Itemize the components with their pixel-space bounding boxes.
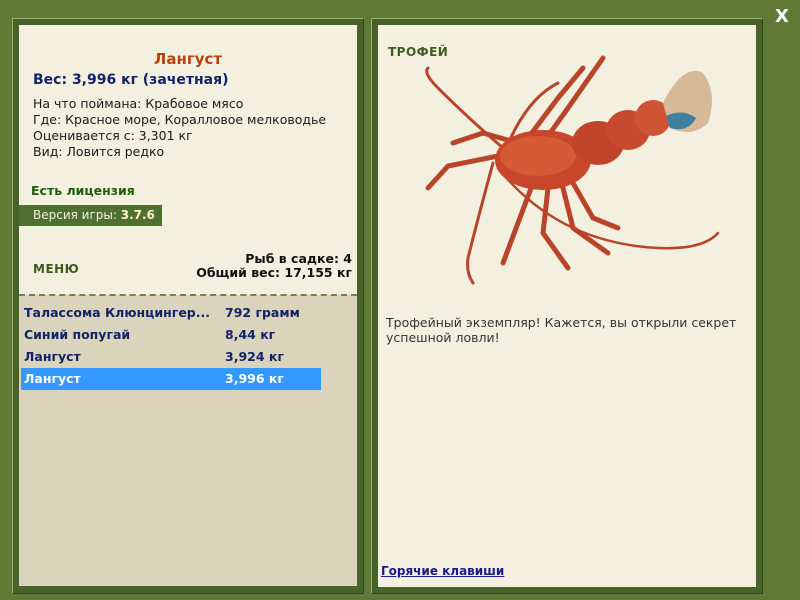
catch-row[interactable]: Талассома Клюнцингер... 792 грамм: [21, 302, 321, 324]
catch-name: Талассома Клюнцингер...: [24, 305, 210, 320]
catch-name: Лангуст: [24, 371, 81, 386]
version-label: Версия игры:: [33, 208, 117, 222]
catch-row[interactable]: Лангуст 3,924 кг: [21, 346, 321, 368]
close-button[interactable]: X: [772, 6, 792, 28]
fish-bait: На что поймана: Крабовое мясо: [33, 96, 244, 111]
keepnet-count: Рыб в садке: 4: [245, 251, 352, 266]
fish-rated-from: Оценивается с: 3,301 кг: [33, 128, 193, 143]
fish-name-title: Лангуст: [153, 50, 223, 68]
keepnet-total-weight: Общий вес: 17,155 кг: [196, 265, 352, 280]
catch-weight: 3,996 кг: [225, 371, 284, 386]
fish-location: Где: Красное море, Коралловое мелководье: [33, 112, 327, 127]
catch-name: Лангуст: [24, 349, 81, 364]
spiny-lobster-image: [408, 48, 728, 293]
version-value: 3.7.6: [120, 208, 155, 222]
catch-name: Синий попугай: [24, 327, 131, 342]
fish-weight: Вес: 3,996 кг (зачетная): [33, 72, 229, 88]
dashed-divider: [19, 294, 357, 296]
trophy-message: Трофейный экземпляр! Кажется, вы открыли…: [386, 315, 737, 345]
catch-row[interactable]: Синий попугай 8,44 кг: [21, 324, 321, 346]
catch-list: Талассома Клюнцингер... 792 грамм Синий …: [21, 302, 321, 390]
catch-row[interactable]: Лангуст 3,996 кг: [21, 368, 321, 390]
fish-kind: Вид: Ловится редко: [33, 144, 165, 159]
menu-button[interactable]: МЕНЮ: [33, 262, 79, 276]
hotkeys-link[interactable]: Горячие клавиши: [381, 564, 504, 578]
game-version-bar: Версия игры: 3.7.6: [19, 205, 162, 226]
catch-weight: 3,924 кг: [225, 349, 284, 364]
catch-weight: 792 грамм: [225, 305, 300, 320]
keepnet-stats: Рыб в садке: 4 Общий вес: 17,155 кг: [196, 252, 352, 280]
license-status: Есть лицензия: [31, 183, 135, 198]
catch-weight: 8,44 кг: [225, 327, 276, 342]
